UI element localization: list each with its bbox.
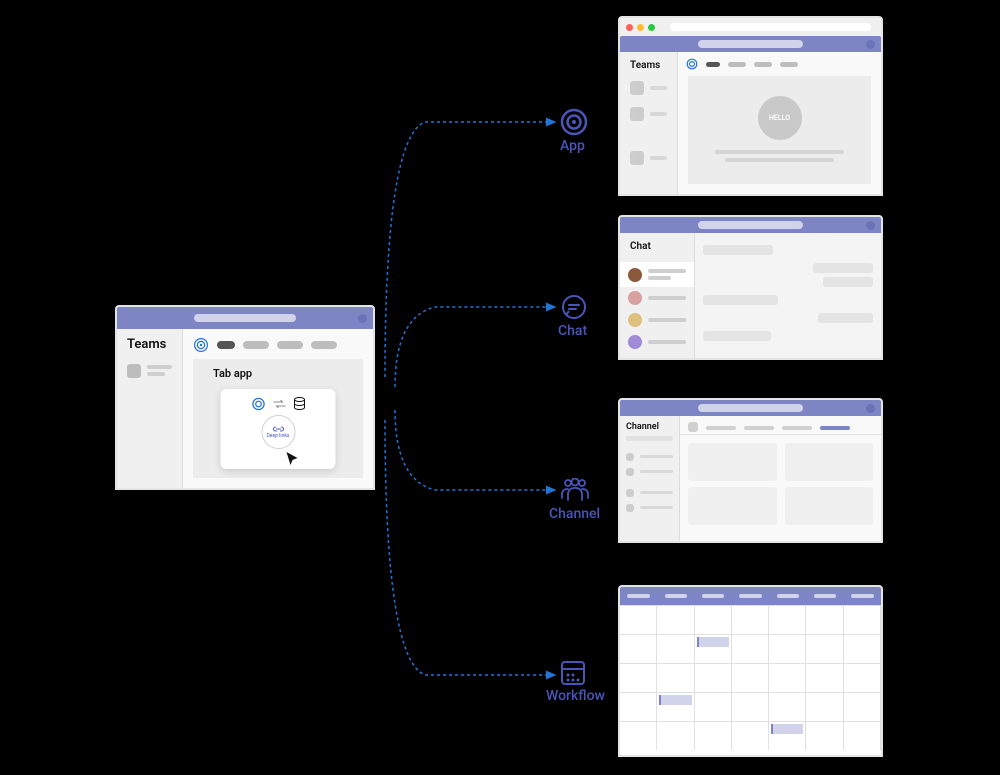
calendar-grid — [620, 605, 881, 750]
calendar-event — [771, 724, 803, 734]
window-titlebar — [117, 307, 373, 329]
mac-traffic-lights — [626, 24, 655, 31]
card-spiral-icon — [251, 397, 265, 411]
chat-bubble — [703, 245, 773, 255]
chat-destination-label: Chat — [558, 323, 587, 339]
tab-content: Tab app Deep links — [193, 359, 363, 478]
app-spiral-icon — [193, 337, 209, 353]
app-content: HELLO — [688, 76, 871, 184]
calendar-header — [620, 587, 881, 605]
deep-links-label: Deep links — [267, 433, 290, 439]
chat-bubble — [823, 277, 873, 287]
sidebar-item — [117, 356, 182, 385]
sidebar-item-icon — [127, 364, 141, 378]
chat-bubble — [818, 313, 873, 323]
tab-app-card: Deep links — [221, 389, 336, 469]
calendar-event — [659, 695, 691, 705]
window-titlebar — [620, 400, 881, 416]
tab-strip — [183, 329, 373, 353]
exchange-arrows-icon — [273, 400, 285, 408]
source-main: Tab app Deep links — [183, 329, 373, 488]
chat-bubble — [703, 331, 771, 341]
chat-bubble — [813, 263, 873, 273]
chat-list-item — [620, 331, 694, 353]
chat-destination-icon — [560, 293, 588, 321]
link-icon — [272, 426, 284, 432]
titlebar-search-placeholder — [194, 314, 296, 322]
channel-destination-label: Channel — [549, 506, 600, 522]
channel-tabs — [680, 416, 881, 435]
chat-bubble — [703, 295, 778, 305]
hello-badge: HELLO — [758, 96, 802, 140]
database-icon — [293, 397, 305, 411]
app-destination-label: App — [560, 138, 585, 154]
channel-destination-icon — [560, 478, 590, 504]
tab — [217, 341, 235, 349]
channel-window: Channel — [618, 398, 883, 543]
channel-board — [680, 435, 881, 541]
workflow-destination-label: Workflow — [546, 688, 605, 704]
source-window: Teams Tab app — [115, 305, 375, 490]
sidebar-title: Teams — [117, 329, 182, 356]
chat-list-item — [620, 262, 694, 287]
workflow-window — [618, 585, 883, 757]
tab — [277, 341, 303, 349]
tab — [311, 341, 337, 349]
calendar-event — [697, 637, 729, 647]
window-titlebar — [620, 217, 881, 233]
workflow-destination-icon — [560, 660, 586, 686]
cursor-pointer-icon — [286, 451, 300, 467]
chat-list-item — [620, 309, 694, 331]
deep-links-button[interactable]: Deep links — [261, 415, 295, 449]
titlebar-avatar-icon — [866, 40, 875, 49]
window-titlebar — [620, 36, 881, 52]
tab-app-label: Tab app — [193, 359, 363, 388]
connector-arrows — [375, 55, 575, 755]
titlebar-avatar-icon — [358, 314, 367, 323]
chat-list-item — [620, 287, 694, 309]
channel-sidebar: Channel — [620, 416, 680, 541]
app-spiral-icon — [686, 58, 698, 70]
chat-window: Chat — [618, 215, 883, 360]
tab — [243, 341, 269, 349]
app-window: Teams HELLO — [618, 16, 883, 196]
app-destination-icon — [560, 108, 588, 136]
source-sidebar: Teams — [117, 329, 183, 488]
titlebar-search-placeholder — [698, 40, 802, 48]
